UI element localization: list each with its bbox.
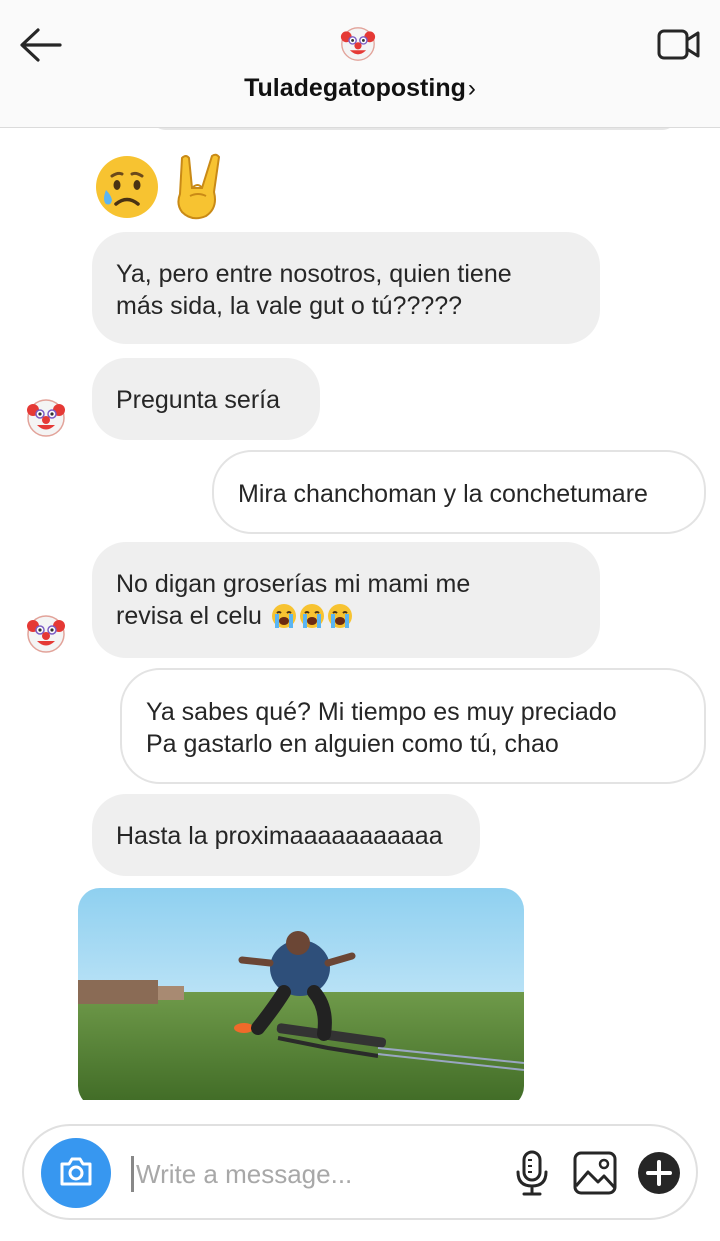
incoming-message-bubble[interactable]: Pregunta sería: [92, 358, 320, 440]
message-text-line: Pregunta sería: [116, 386, 280, 414]
conversation-header: Tuladegatoposting›: [0, 0, 720, 128]
message-text-line: No digan groserías mi mami me: [116, 570, 471, 598]
video-call-icon: [657, 29, 700, 60]
message-thread[interactable]: Ya, pero entre nosotros, quien tiene más…: [0, 128, 720, 1100]
loudly-crying-face-emoji: [299, 604, 324, 628]
message-text-line: más sida, la vale gut o tú?????: [116, 292, 463, 320]
clown-face-emoji: [27, 399, 65, 437]
microphone-icon: [516, 1150, 548, 1196]
plus-circle-icon: [638, 1152, 680, 1194]
message-text-line: Ya sabes qué? Mi tiempo es muy preciado: [146, 698, 617, 726]
voice-message-button[interactable]: [512, 1148, 552, 1198]
gallery-button[interactable]: [572, 1150, 618, 1196]
crying-emoji-group: [270, 602, 354, 630]
loudly-crying-face-emoji: [327, 604, 352, 628]
previous-message-bubble: [150, 128, 678, 130]
more-options-button[interactable]: [636, 1150, 682, 1196]
gif-thumbnail: [78, 888, 524, 1100]
sender-avatar[interactable]: [26, 614, 66, 654]
incoming-message-bubble[interactable]: No digan groserías mi mami me revisa el …: [92, 542, 600, 658]
emoji-message[interactable]: [92, 152, 234, 222]
clown-face-emoji: [340, 27, 376, 61]
sender-avatar[interactable]: [26, 398, 66, 438]
clown-face-emoji: [27, 615, 65, 653]
video-call-button[interactable]: [656, 26, 702, 64]
loudly-crying-face-emoji: [271, 604, 296, 628]
message-text-line: Ya, pero entre nosotros, quien tiene: [116, 260, 512, 288]
message-composer: [22, 1124, 698, 1220]
conversation-title-button[interactable]: Tuladegatoposting›: [0, 74, 720, 103]
sad-but-relieved-face-emoji: [96, 156, 158, 218]
message-text-line: Hasta la proximaaaaaaaaaaa: [116, 822, 443, 850]
arrow-left-icon: [20, 28, 62, 62]
message-text-line: revisa el celu: [116, 602, 262, 630]
chevron-right-icon: ›: [467, 75, 476, 102]
outgoing-message-bubble[interactable]: Mira chanchoman y la conchetumare: [212, 450, 706, 534]
incoming-message-bubble[interactable]: Ya, pero entre nosotros, quien tiene más…: [92, 232, 600, 344]
message-text-line: Pa gastarlo en alguien como tú, chao: [146, 730, 559, 758]
contact-avatar[interactable]: [340, 26, 376, 62]
message-text-line: Mira chanchoman y la conchetumare: [238, 480, 648, 508]
message-input[interactable]: [136, 1150, 496, 1198]
back-button[interactable]: [16, 24, 66, 66]
image-gallery-icon: [573, 1151, 617, 1195]
outgoing-message-bubble[interactable]: Ya sabes qué? Mi tiempo es muy preciado …: [120, 668, 706, 784]
message-text-line-with-emoji: revisa el celu: [116, 600, 576, 632]
media-message[interactable]: [78, 888, 524, 1100]
incoming-message-bubble[interactable]: Hasta la proximaaaaaaaaaaa: [92, 794, 480, 876]
camera-icon: [60, 1157, 92, 1186]
contact-name: Tuladegatoposting: [244, 74, 466, 102]
sign-of-the-horns-emoji: [177, 153, 221, 220]
camera-button[interactable]: [41, 1138, 111, 1208]
text-cursor: [131, 1156, 134, 1192]
